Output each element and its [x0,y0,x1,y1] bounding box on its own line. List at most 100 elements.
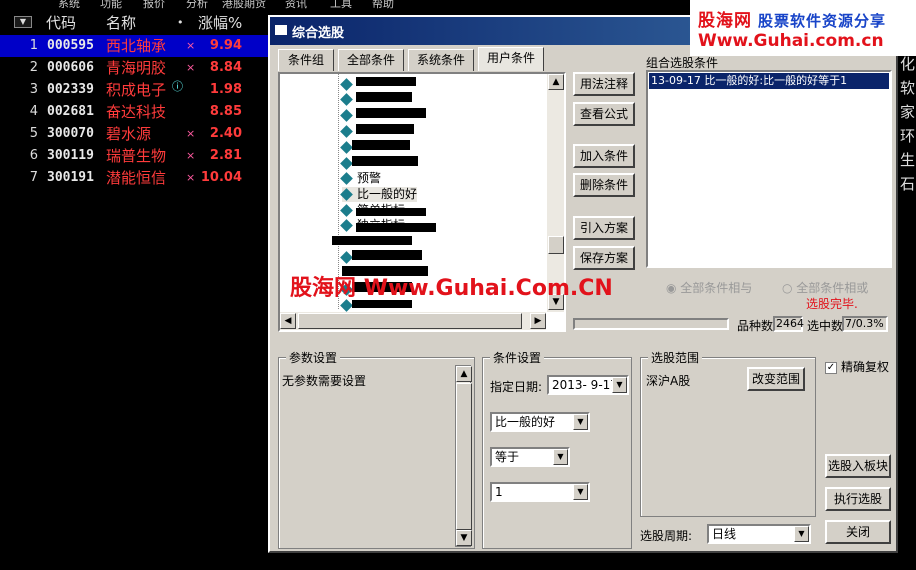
menu-item-function[interactable]: 功能 [100,0,122,9]
dialog-title: 综合选股 [292,26,345,41]
scroll-up-icon[interactable]: ▲ [456,366,472,382]
radio-all-or[interactable]: ○ 全部条件相或 [782,279,868,296]
row-number: 2 [29,60,38,75]
radio-all-and[interactable]: ◉ 全部条件相与 [666,279,752,296]
stock-row[interactable]: 1 000595 西北轴承 × 9.94 [0,35,270,57]
delete-condition-button[interactable]: 删除条件 [573,173,635,197]
stock-row[interactable]: 2 000606 青海明胶 × 8.84 [0,57,270,79]
scroll-right-icon[interactable]: ▶ [530,313,546,329]
tab-all-conditions[interactable]: 全部条件 [338,49,404,71]
info-icon: ⓘ [172,80,183,93]
row-number: 7 [29,170,38,185]
stock-code: 300070 [47,126,94,141]
params-scrollbar[interactable]: ▲ ▼ [455,365,472,547]
stock-row[interactable]: 4 002681 奋达科技 8.85 [0,101,270,123]
tree-node-icon [340,125,353,138]
edge-char: 石 [900,175,916,193]
dropdown-icon[interactable]: ▼ [794,526,809,542]
stock-row[interactable]: 3 002339 积成电子 ⓘ 1.98 [0,79,270,101]
change-value: 2.81 [209,148,242,163]
menu-item-analysis[interactable]: 分析 [186,0,208,9]
list-menu-dropdown-icon[interactable]: ▼ [14,16,32,28]
indicator-value: 比一般的好 [495,415,556,429]
right-edge-text: 化 软 家 环 生 石 [896,40,916,410]
redacted-label [352,140,410,150]
scroll-thumb[interactable] [456,383,472,530]
mark-icon: × [186,127,196,140]
menu-item-help[interactable]: 帮助 [372,0,394,9]
stock-row[interactable]: 6 300119 瑞普生物 × 2.81 [0,145,270,167]
window-icon [274,24,288,36]
stock-row[interactable]: 7 300191 潜能恒信 × 10.04 [0,167,270,189]
scroll-down-icon[interactable]: ▼ [456,530,472,546]
h-scroll-thumb[interactable] [298,313,522,329]
stock-name: 碧水源 [106,125,152,143]
row-number: 6 [29,148,38,163]
stock-code: 002339 [47,82,94,97]
row-number: 5 [29,126,38,141]
tree-node-icon [340,204,353,217]
dropdown-icon[interactable]: ▼ [553,449,568,465]
combo-conditions-list[interactable]: 13-09-17 比一般的好:比一般的好等于1 [646,70,892,268]
column-header-change[interactable]: 涨幅% [198,13,242,33]
stock-name: 青海明胶 [106,59,167,77]
view-formula-button[interactable]: 查看公式 [573,102,635,126]
dropdown-icon[interactable]: ▼ [573,414,588,430]
scroll-left-icon[interactable]: ◀ [280,313,296,329]
combo-condition-item[interactable]: 13-09-17 比一般的好:比一般的好等于1 [649,73,889,89]
radio-icon: ◉ [666,281,681,295]
stock-code: 000595 [47,38,94,53]
edge-char: 环 [900,127,916,145]
column-header-name[interactable]: 名称 [106,13,136,33]
tree-node-selected[interactable]: 比一般的好 [340,187,418,202]
tree-node-alert[interactable]: 预警 [340,171,381,186]
to-block-button[interactable]: 选股入板块 [825,454,891,478]
tree-node-icon [340,141,353,154]
dropdown-icon[interactable]: ▼ [612,377,627,393]
redacted-label [352,156,418,166]
menu-item-tools[interactable]: 工具 [330,0,352,9]
menu-item-system[interactable]: 系统 [58,0,80,9]
dropdown-icon[interactable]: ▼ [573,484,588,500]
change-value: 1.98 [209,82,242,97]
menu-item-quote[interactable]: 报价 [143,0,165,9]
usage-notes-button[interactable]: 用法注释 [573,72,635,96]
exact-adjust-checkbox[interactable]: ✓ 精确复权 [825,358,889,375]
period-select[interactable]: 日线 ▼ [707,524,811,544]
stock-code: 300191 [47,170,94,185]
menu-item-news[interactable]: 资讯 [285,0,307,9]
import-plan-button[interactable]: 引入方案 [573,216,635,240]
tree-node[interactable] [340,108,357,123]
tab-user-conditions[interactable]: 用户条件 [478,47,544,71]
change-range-button[interactable]: 改变范围 [747,367,805,391]
value-value: 1 [495,485,503,499]
indicator-select[interactable]: 比一般的好 ▼ [490,412,590,432]
tree-node[interactable] [340,77,357,92]
date-value: 2013- 9-17 [552,378,618,392]
tree-node-icon [340,219,353,232]
radio-all-or-label: 全部条件相或 [796,281,869,295]
date-picker[interactable]: 2013- 9-17 ▼ [547,375,629,395]
tree-node[interactable] [340,124,357,139]
tree-node-icon [340,172,353,185]
menu-item-hk-futures[interactable]: 港股期货 [222,0,266,9]
radio-all-and-label: 全部条件相与 [680,281,753,295]
redacted-label [356,208,426,216]
watermark-url: Www.Guhai.com.cn [698,31,884,51]
stock-row[interactable]: 5 300070 碧水源 × 2.40 [0,123,270,145]
column-header-code[interactable]: 代码 [46,13,76,33]
scroll-thumb[interactable] [548,236,564,254]
add-condition-button[interactable]: 加入条件 [573,144,635,168]
close-button[interactable]: 关闭 [825,520,891,544]
watermark-overlay: 股海网 Www.Guhai.Com.CN [290,270,613,302]
operator-select[interactable]: 等于 ▼ [490,447,570,467]
value-select[interactable]: 1 ▼ [490,482,590,502]
watermark-overlay-brand: 股海网 [290,276,357,301]
tree-horizontal-scrollbar[interactable]: ◀ ▶ [280,312,546,330]
scroll-up-icon[interactable]: ▲ [548,74,564,90]
tab-condition-group[interactable]: 条件组 [278,49,334,71]
tree-node[interactable] [340,92,357,107]
tab-system-conditions[interactable]: 系统条件 [408,49,474,71]
save-plan-button[interactable]: 保存方案 [573,246,635,270]
execute-selection-button[interactable]: 执行选股 [825,487,891,511]
